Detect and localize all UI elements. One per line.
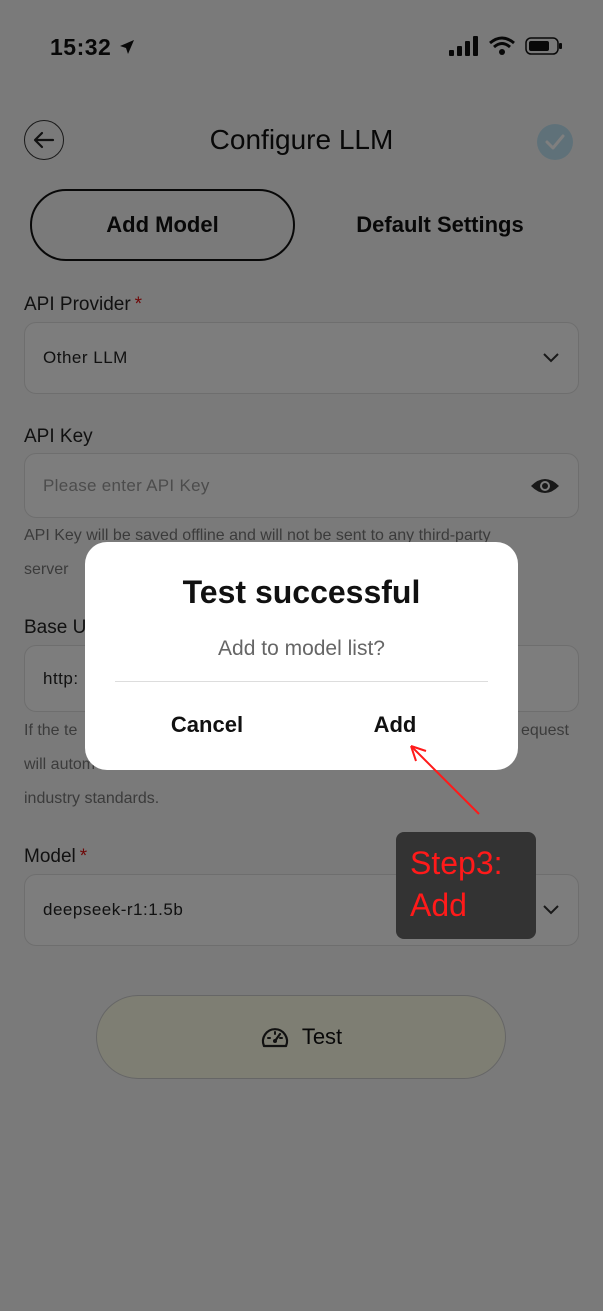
dialog-title: Test successful xyxy=(182,574,421,610)
dialog-cancel-button[interactable]: Cancel xyxy=(127,712,287,738)
test-success-dialog: Test successful Add to model list? Cance… xyxy=(85,542,518,770)
dialog-message: Add to model list? xyxy=(218,637,385,660)
step-annotation: Step3: Add xyxy=(396,832,536,939)
step-annotation-line2: Add xyxy=(410,887,467,923)
dialog-add-button[interactable]: Add xyxy=(315,712,475,738)
step-annotation-line1: Step3: xyxy=(410,845,503,881)
dialog-divider xyxy=(115,681,488,682)
